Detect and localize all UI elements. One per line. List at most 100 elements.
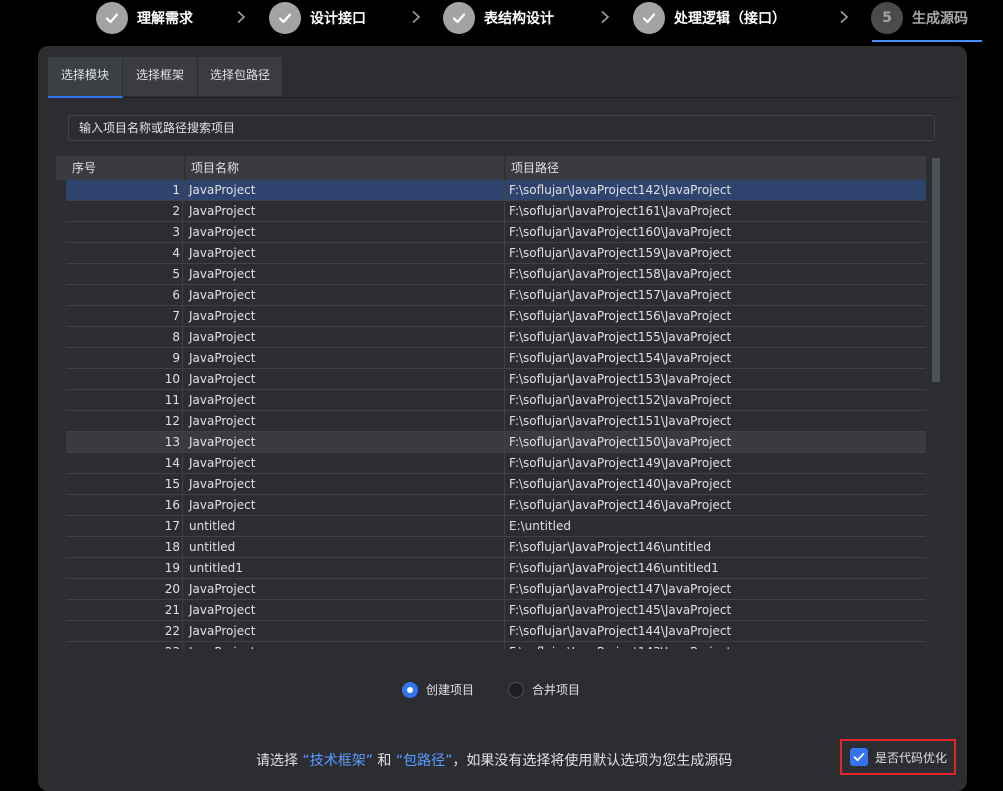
table-row[interactable]: 22 JavaProject F:\soflujar\JavaProject144\… <box>66 621 926 642</box>
table-row[interactable]: 3 JavaProject F:\soflujar\JavaProject160\J… <box>66 222 926 243</box>
table-row[interactable]: 5 JavaProject F:\soflujar\JavaProject158\J… <box>66 264 926 285</box>
table-row[interactable]: 15 JavaProject F:\soflujar\JavaProject140\… <box>66 474 926 495</box>
progress-stepper: 理解需求 设计接口 表结构设计 处理逻辑（接口） 5 生成源码 <box>0 0 1003 42</box>
chevron-right-icon <box>840 10 849 24</box>
tab-select-package-path[interactable]: 选择包路径 <box>198 57 283 96</box>
table-cell-path: F:\soflujar\JavaProject160\JavaProject <box>509 225 732 239</box>
table-row[interactable]: 18 untitled F:\soflujar\JavaProject146\unt… <box>66 537 926 558</box>
table-cell-path: F:\soflujar\JavaProject144\JavaProject <box>509 624 732 638</box>
step-label: 表结构设计 <box>484 11 554 27</box>
table-cell-index: 14 <box>66 453 183 473</box>
radio-button-unchecked[interactable] <box>508 681 524 698</box>
check-icon <box>443 2 475 34</box>
radio-label: 合并项目 <box>532 683 581 697</box>
table-cell-path: F:\soflujar\JavaProject145\JavaProject <box>509 603 732 617</box>
table-cell-path: F:\soflujar\JavaProject155\JavaProject <box>509 330 732 344</box>
table-cell-path: F:\soflujar\JavaProject140\JavaProject <box>509 477 732 491</box>
table-row[interactable]: 23JavaProjectF:\soflujar\JavaProject143\… <box>66 642 926 649</box>
step-generate-source[interactable]: 5 生成源码 <box>871 2 968 34</box>
step-design-api[interactable]: 设计接口 <box>269 2 366 34</box>
table-row[interactable]: 8 JavaProject F:\soflujar\JavaProject155\J… <box>66 327 926 348</box>
table-row[interactable]: 17 untitled E:\untitled <box>66 516 926 537</box>
column-header-name[interactable]: 项目名称 <box>185 156 505 180</box>
table-cell-path: F:\soflujar\JavaProject153\JavaProject <box>509 372 732 386</box>
step-number: 5 <box>871 2 903 34</box>
table-row[interactable]: 7 JavaProject F:\soflujar\JavaProject156\J… <box>66 306 926 327</box>
table-row[interactable]: 13 JavaProject F:\soflujar\JavaProject150\… <box>66 432 926 453</box>
table-cell-name: JavaProject <box>185 432 505 452</box>
table-cell-index: 20 <box>66 579 183 599</box>
table-header: 序号 项目名称 项目路径 <box>56 156 926 180</box>
table-cell-name: JavaProject <box>185 474 505 494</box>
table-cell-index: 12 <box>66 411 183 431</box>
footer-link-framework[interactable]: “技术框架” <box>302 753 373 769</box>
scrollbar-thumb[interactable] <box>932 158 940 382</box>
table-cell-name: JavaProject <box>185 369 505 389</box>
table-scrollbar[interactable] <box>931 156 940 649</box>
table-cell-index: 21 <box>66 600 183 620</box>
table-cell-name: JavaProject <box>185 390 505 410</box>
table-cell-name: JavaProject <box>185 348 505 368</box>
table-cell-path: F:\soflujar\JavaProject143\JavaProject <box>506 642 926 649</box>
table-cell-index: 13 <box>66 432 183 452</box>
table-row[interactable]: 1 JavaProject F:\soflujar\JavaProject142\J… <box>66 180 926 201</box>
table-cell-path: F:\soflujar\JavaProject142\JavaProject <box>509 183 732 197</box>
tab-select-module[interactable]: 选择模块 <box>48 57 123 98</box>
table-row[interactable]: 14 JavaProject F:\soflujar\JavaProject149\… <box>66 453 926 474</box>
step-understand-requirements[interactable]: 理解需求 <box>96 2 193 34</box>
table-row[interactable]: 10 JavaProject F:\soflujar\JavaProject153\… <box>66 369 926 390</box>
table-cell-index: 7 <box>66 306 183 326</box>
table-row[interactable]: 19 untitled1 F:\soflujar\JavaProject146\un… <box>66 558 926 579</box>
table-cell-name: untitled <box>185 537 505 557</box>
table-row[interactable]: 6 JavaProject F:\soflujar\JavaProject157\J… <box>66 285 926 306</box>
table-cell-name: JavaProject <box>185 306 505 326</box>
table-cell-name: JavaProject <box>185 243 505 263</box>
table-cell-path: F:\soflujar\JavaProject146\untitled1 <box>509 561 719 575</box>
table-row[interactable]: 16 JavaProject F:\soflujar\JavaProject146\… <box>66 495 926 516</box>
table-row[interactable]: 11 JavaProject F:\soflujar\JavaProject152\… <box>66 390 926 411</box>
column-header-path[interactable]: 项目路径 <box>505 156 926 180</box>
table-cell-index: 17 <box>66 516 183 536</box>
table-cell-index: 2 <box>66 201 183 221</box>
table-cell-name: JavaProject <box>185 285 505 305</box>
radio-label: 创建项目 <box>426 683 475 697</box>
table-cell-index: 19 <box>66 558 183 578</box>
radio-merge-project[interactable]: 合并项目 <box>508 681 580 698</box>
table-body: 1 JavaProject F:\soflujar\JavaProject142\J… <box>66 180 926 649</box>
radio-create-project[interactable]: 创建项目 <box>402 681 474 698</box>
footer-hint-suffix: ，如果没有选择将使用默认选项为您生成源码 <box>452 753 733 769</box>
check-icon <box>269 2 301 34</box>
table-cell-path: F:\soflujar\JavaProject156\JavaProject <box>509 309 732 323</box>
table-cell-index: 9 <box>66 348 183 368</box>
step-label: 设计接口 <box>310 11 366 27</box>
table-row[interactable]: 20 JavaProject F:\soflujar\JavaProject147\… <box>66 579 926 600</box>
chevron-right-icon <box>412 10 421 24</box>
project-search-input[interactable]: 输入项目名称或路径搜索项目 <box>68 115 935 141</box>
table-row[interactable]: 12 JavaProject F:\soflujar\JavaProject151\… <box>66 411 926 432</box>
table-cell-index: 22 <box>66 621 183 641</box>
table-row[interactable]: 4 JavaProject F:\soflujar\JavaProject159\J… <box>66 243 926 264</box>
step-label: 处理逻辑（接口） <box>674 11 786 27</box>
tab-select-framework[interactable]: 选择框架 <box>123 57 198 96</box>
step-label: 理解需求 <box>137 11 193 27</box>
step-processing-logic[interactable]: 处理逻辑（接口） <box>633 2 786 34</box>
footer-hint-and: 和 <box>372 753 396 769</box>
table-cell-name: untitled <box>185 516 505 536</box>
radio-button-checked[interactable] <box>402 681 418 698</box>
table-cell-index: 18 <box>66 537 183 557</box>
column-header-index[interactable]: 序号 <box>66 156 185 180</box>
table-cell-name: JavaProject <box>185 621 505 641</box>
step-table-design[interactable]: 表结构设计 <box>443 2 554 34</box>
table-cell-index: 15 <box>66 474 183 494</box>
table-row[interactable]: 2 JavaProject F:\soflujar\JavaProject161\J… <box>66 201 926 222</box>
table-row[interactable]: 21 JavaProject F:\soflujar\JavaProject145\… <box>66 600 926 621</box>
code-optimize-option[interactable]: 是否代码优化 <box>840 739 956 775</box>
table-cell-name: JavaProject <box>185 222 505 242</box>
checkbox-checked-icon[interactable] <box>850 748 868 766</box>
table-cell-path: F:\soflujar\JavaProject157\JavaProject <box>509 288 732 302</box>
table-cell-name: JavaProject <box>185 180 505 200</box>
footer-link-package-path[interactable]: “包路径” <box>396 753 453 769</box>
table-row[interactable]: 9 JavaProject F:\soflujar\JavaProject154\J… <box>66 348 926 369</box>
table-cell-name: untitled1 <box>185 558 505 578</box>
active-step-underline <box>872 40 982 42</box>
